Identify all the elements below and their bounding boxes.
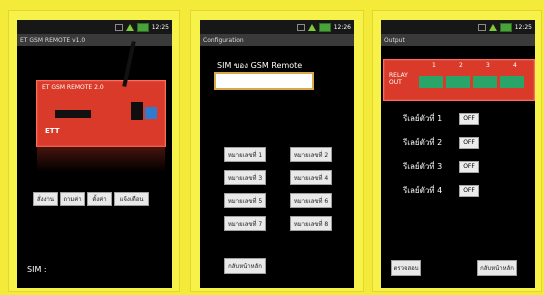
relay-terminal-1 <box>419 76 443 88</box>
alert-button[interactable]: แจ้งเตือน <box>114 192 149 206</box>
control-button[interactable]: สั่งงาน <box>33 192 58 206</box>
query-button[interactable]: ถามค่า <box>60 192 85 206</box>
signal-icon <box>125 23 134 31</box>
board-logo: ETT <box>45 127 60 135</box>
battery-icon <box>318 22 331 32</box>
sim-number-label: SIM ของ GSM Remote <box>217 61 303 70</box>
relay-2-toggle[interactable]: OFF <box>459 136 479 149</box>
phone-number-6-button[interactable]: หมายเลขที่ 6 <box>290 193 332 208</box>
gsm-board-image: ET GSM REMOTE 2.0 ETT <box>36 41 166 172</box>
sim-number-input[interactable] <box>214 72 314 90</box>
panel-config-screen: 12:26 Configuration SIM ของ GSM Remote ห… <box>200 20 354 288</box>
panel-main-screen: 12:25 ET GSM REMOTE v1.0 ET GSM REMOTE 2… <box>17 20 172 288</box>
relay-3-label: รีเลย์ตัวที่ 3 <box>403 162 443 171</box>
relay-terminal-4 <box>500 76 524 88</box>
clock: 12:26 <box>333 23 351 31</box>
app-title-bar: Configuration <box>200 34 354 46</box>
relay-4-toggle[interactable]: OFF <box>459 184 479 197</box>
check-button[interactable]: ตรวจสอบ <box>391 260 421 276</box>
board-shadow <box>37 146 165 172</box>
phone-number-7-button[interactable]: หมายเลขที่ 7 <box>224 216 266 231</box>
relay-row-4: รีเลย์ตัวที่ 4 OFF <box>403 184 479 197</box>
relay-board-image: RELAY OUT 1 2 3 4 <box>383 59 535 101</box>
relay-terminal-3 <box>473 76 497 88</box>
back-to-main-button[interactable]: กลับหน้าหลัก <box>224 258 266 274</box>
relay-out-label: RELAY OUT <box>389 72 408 86</box>
clock: 12:25 <box>514 23 532 31</box>
battery-icon <box>136 22 149 32</box>
phone-number-4-button[interactable]: หมายเลขที่ 4 <box>290 170 332 185</box>
app-title-bar: Output <box>381 34 535 46</box>
sim-icon <box>477 23 486 31</box>
signal-icon <box>307 23 316 31</box>
phone-number-1-button[interactable]: หมายเลขที่ 1 <box>224 147 266 162</box>
relay-number-1: 1 <box>432 62 436 69</box>
relay-row-1: รีเลย์ตัวที่ 1 OFF <box>403 112 479 125</box>
page: { "panel1": { "time": "12:25", "title": … <box>0 0 544 295</box>
board-chip <box>131 102 143 120</box>
relay-number-2: 2 <box>459 62 463 69</box>
board-connector <box>145 107 157 119</box>
app-title: Configuration <box>203 36 244 44</box>
relay-4-label: รีเลย์ตัวที่ 4 <box>403 186 443 195</box>
signal-icon <box>488 23 497 31</box>
app-title: ET GSM REMOTE v1.0 <box>20 36 86 44</box>
status-bar: 12:25 <box>17 20 172 34</box>
relay-1-toggle[interactable]: OFF <box>459 112 479 125</box>
status-bar: 12:25 <box>381 20 535 34</box>
settings-button[interactable]: ตั้งค่า <box>87 192 112 206</box>
relay-number-4: 4 <box>513 62 517 69</box>
clock: 12:25 <box>151 23 169 31</box>
phone-number-8-button[interactable]: หมายเลขที่ 8 <box>290 216 332 231</box>
relay-row-2: รีเลย์ตัวที่ 2 OFF <box>403 136 479 149</box>
app-title: Output <box>384 36 405 44</box>
relay-number-3: 3 <box>486 62 490 69</box>
relay-3-toggle[interactable]: OFF <box>459 160 479 173</box>
relay-1-label: รีเลย์ตัวที่ 1 <box>403 114 443 123</box>
status-bar: 12:26 <box>200 20 354 34</box>
board-antenna <box>122 41 136 87</box>
panel-output-screen: 12:25 Output RELAY OUT 1 2 3 4 รีเลย์ตัว… <box>381 20 535 288</box>
relay-row-3: รีเลย์ตัวที่ 3 OFF <box>403 160 479 173</box>
app-title-bar: ET GSM REMOTE v1.0 <box>17 34 172 46</box>
sim-icon <box>114 23 123 31</box>
phone-number-5-button[interactable]: หมายเลขที่ 5 <box>224 193 266 208</box>
sim-status-label: SIM : <box>27 265 47 274</box>
relay-2-label: รีเลย์ตัวที่ 2 <box>403 138 443 147</box>
battery-icon <box>499 22 512 32</box>
phone-number-2-button[interactable]: หมายเลขที่ 2 <box>290 147 332 162</box>
sim-icon <box>296 23 305 31</box>
board-display <box>55 110 91 118</box>
board-label: ET GSM REMOTE 2.0 <box>42 84 104 91</box>
relay-terminal-2 <box>446 76 470 88</box>
back-to-main-button[interactable]: กลับหน้าหลัก <box>477 260 517 276</box>
phone-number-3-button[interactable]: หมายเลขที่ 3 <box>224 170 266 185</box>
